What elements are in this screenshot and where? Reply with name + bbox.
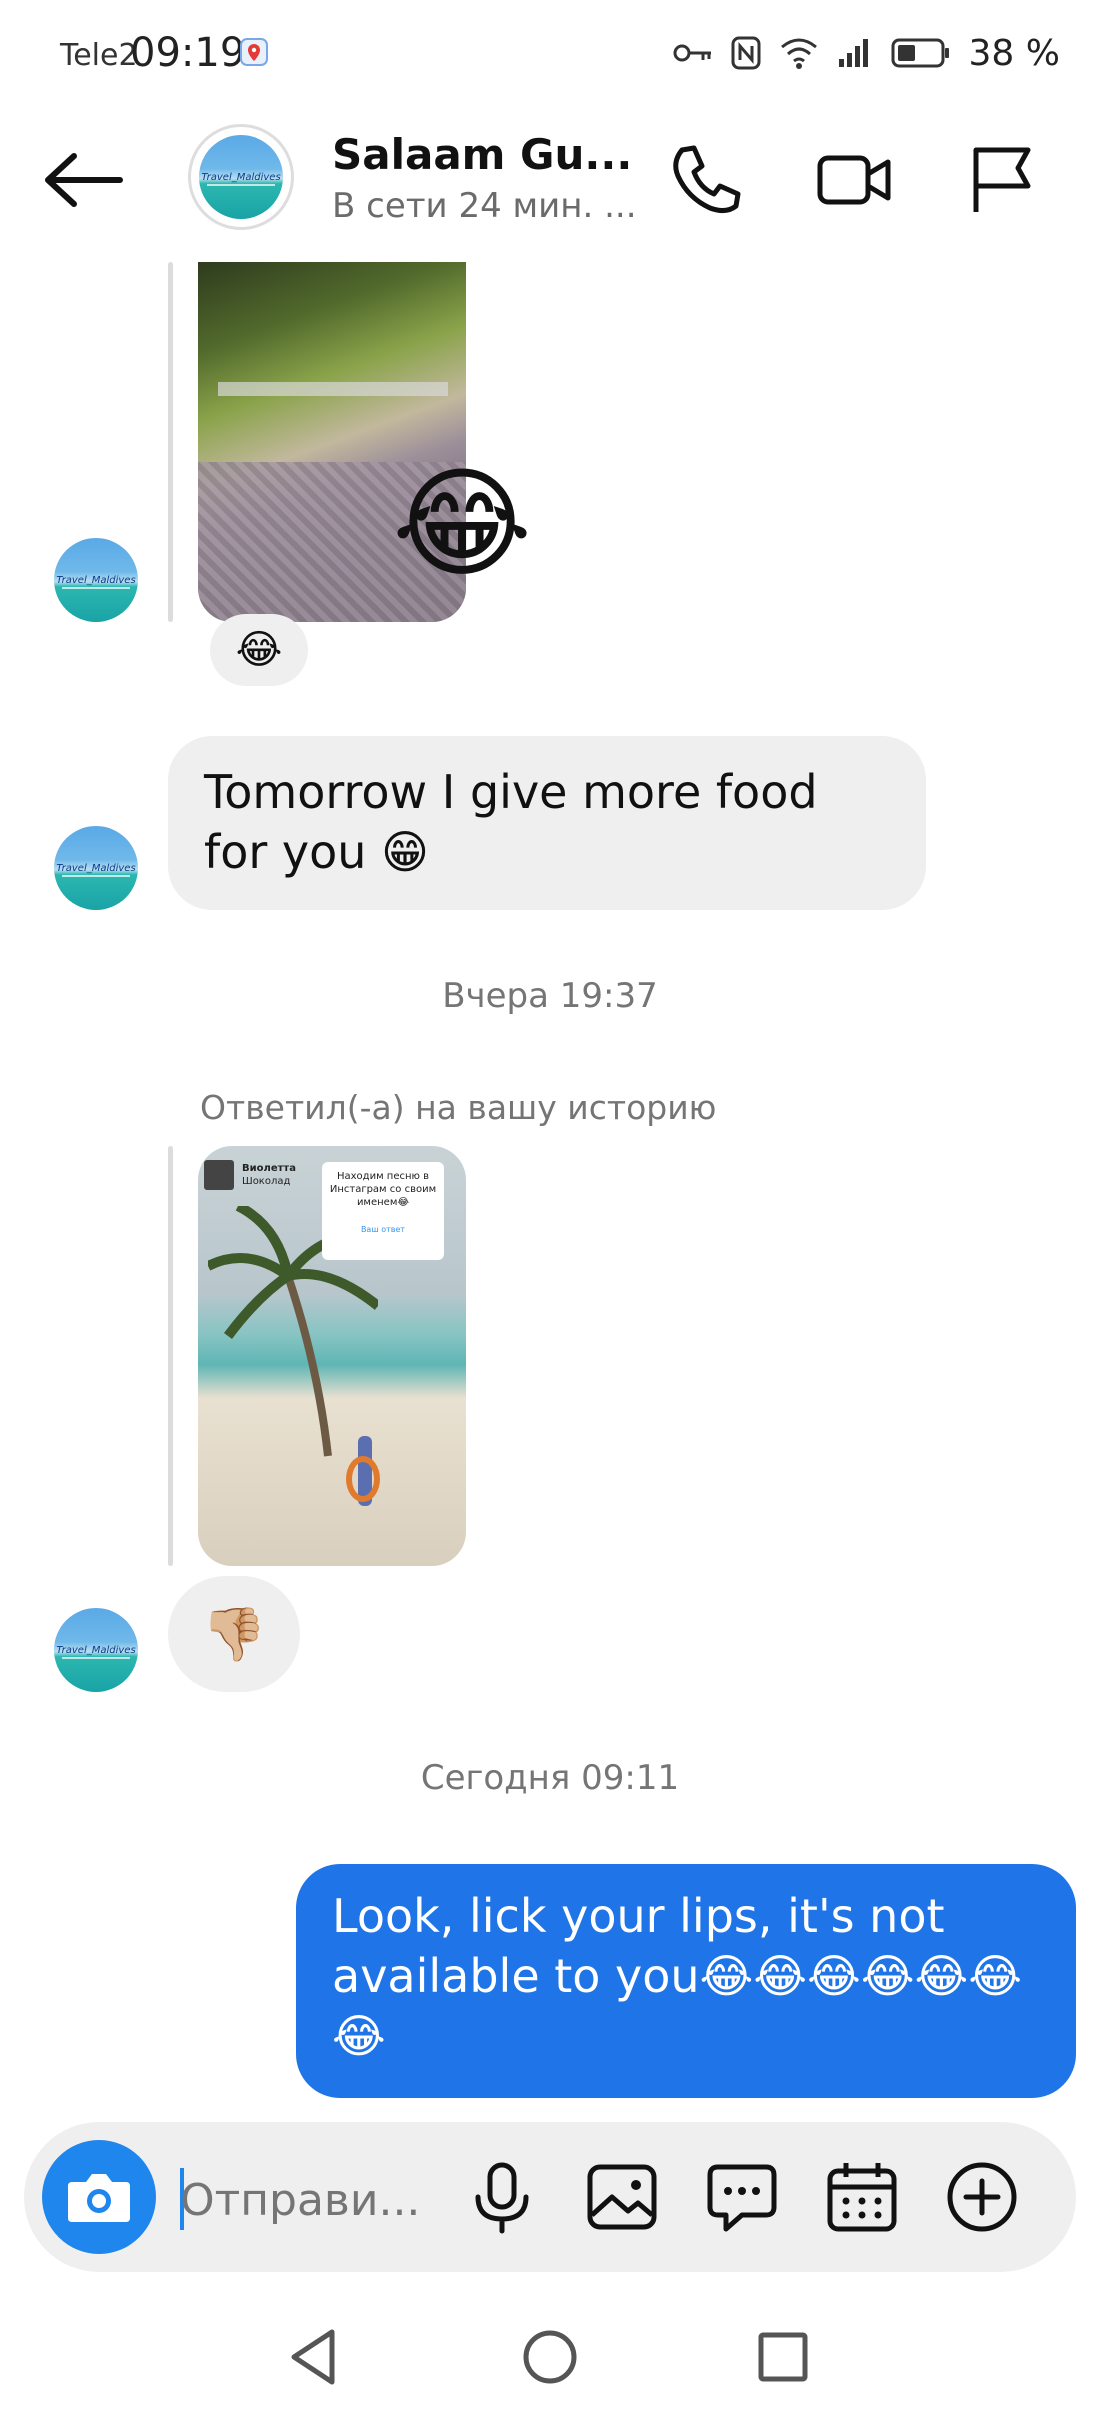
nav-home-icon[interactable] xyxy=(515,2322,585,2392)
message-input[interactable] xyxy=(180,2170,430,2230)
table-top-shape xyxy=(218,382,448,396)
message-bubble-icon[interactable] xyxy=(702,2157,782,2237)
sender-avatar[interactable]: Travel_Maldives xyxy=(54,538,138,622)
calendar-icon[interactable] xyxy=(822,2157,902,2237)
report-flag-icon[interactable] xyxy=(962,140,1042,220)
phone-icon[interactable] xyxy=(666,140,746,220)
reply-indicator-line xyxy=(168,262,173,622)
story-question-card: Находим песню в Инстаграм со своим имене… xyxy=(322,1162,444,1260)
battery-percent: 38 % xyxy=(968,32,1060,74)
status-time: 09:19 xyxy=(130,30,246,76)
nfc-icon xyxy=(731,36,761,70)
add-circle-icon[interactable] xyxy=(942,2157,1022,2237)
camera-icon xyxy=(68,2174,130,2222)
camera-button[interactable] xyxy=(42,2140,156,2254)
microphone-icon[interactable] xyxy=(462,2157,542,2237)
sender-avatar[interactable]: Travel_Maldives xyxy=(54,826,138,910)
sender-avatar[interactable]: Travel_Maldives xyxy=(54,1608,138,1692)
gallery-icon[interactable] xyxy=(582,2157,662,2237)
avatar-image: Travel_Maldives xyxy=(54,826,138,910)
timestamp-divider: Сегодня 09:11 xyxy=(420,1758,680,1798)
online-status: В сети 24 мин. ... xyxy=(332,186,637,226)
outgoing-message-bubble[interactable]: Look, lick your lips, it's not available… xyxy=(296,1864,1076,2098)
wifi-icon xyxy=(780,38,817,69)
reply-indicator-line xyxy=(168,1146,173,1566)
story-reply-label: Ответил(-а) на вашу историю xyxy=(200,1088,717,1127)
avatar-image: Travel_Maldives xyxy=(199,135,283,219)
incoming-message-bubble[interactable]: Tomorrow I give more food for you 😁 xyxy=(168,736,926,910)
system-icons: 38 % xyxy=(673,28,1060,78)
key-icon xyxy=(673,44,711,62)
carrier-label: Tele2 xyxy=(60,38,138,73)
signal-icon xyxy=(838,39,868,67)
status-bar: Tele2 09:19 38 % xyxy=(0,0,1100,110)
avatar-image: Travel_Maldives xyxy=(54,1608,138,1692)
nav-back-icon[interactable] xyxy=(280,2322,350,2392)
contact-name[interactable]: Salaam Gu... xyxy=(332,130,632,179)
location-pin-icon xyxy=(240,38,268,66)
message-reaction[interactable]: 😂 xyxy=(210,614,308,686)
thumbs-down-reply[interactable]: 👎🏼 xyxy=(168,1576,300,1692)
laughing-emoji-sticker: 😂 xyxy=(392,455,533,594)
nav-recents-icon[interactable] xyxy=(748,2322,818,2392)
story-user-label: Виолетта Шоколад xyxy=(242,1163,296,1187)
avatar-image: Travel_Maldives xyxy=(54,538,138,622)
video-call-icon[interactable] xyxy=(814,140,894,220)
back-arrow-icon[interactable] xyxy=(40,150,128,210)
lifebuoy-shape xyxy=(346,1456,380,1502)
story-user-avatar xyxy=(204,1160,234,1190)
timestamp-divider: Вчера 19:37 xyxy=(442,976,658,1016)
battery-icon xyxy=(891,38,949,68)
contact-avatar[interactable]: Travel_Maldives xyxy=(188,124,294,230)
